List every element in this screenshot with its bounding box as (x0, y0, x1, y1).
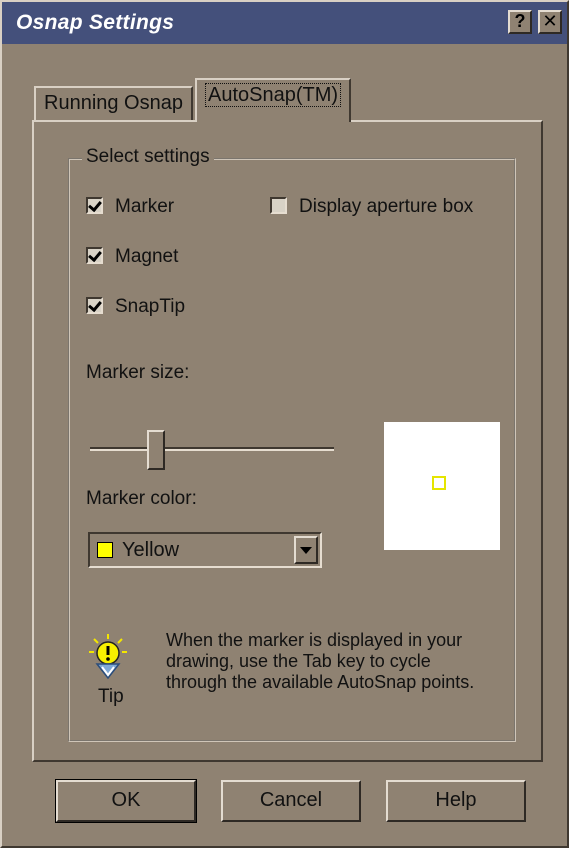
marker-checkbox-row[interactable]: Marker (86, 196, 174, 218)
tab-strip: Running Osnap AutoSnap(TM) (34, 78, 534, 122)
title-bar[interactable]: Osnap Settings ? ✕ (2, 2, 567, 44)
group-label: Select settings (82, 146, 214, 168)
marker-color-label: Marker color: (86, 488, 197, 509)
tab-autosnap-label: AutoSnap(TM) (205, 83, 342, 107)
marker-checkbox[interactable] (86, 197, 103, 214)
marker-size-slider-track[interactable] (90, 447, 334, 451)
dropdown-arrow-icon[interactable] (294, 536, 318, 564)
snaptip-checkbox-row[interactable]: SnapTip (86, 296, 185, 318)
color-swatch-icon (97, 542, 113, 558)
marker-size-label: Marker size: (86, 362, 190, 383)
select-settings-group: Select settings Marker Magnet SnapTip Di… (68, 146, 516, 742)
tip-line: through the available AutoSnap points. (166, 672, 475, 692)
aperture-box-checkbox-row[interactable]: Display aperture box (270, 196, 473, 218)
magnet-checkbox[interactable] (86, 247, 103, 264)
marker-preview-square (432, 476, 446, 490)
marker-color-dropdown[interactable]: Yellow (88, 532, 322, 568)
aperture-box-checkbox[interactable] (270, 197, 287, 214)
dialog-title: Osnap Settings (16, 11, 175, 34)
close-button[interactable]: ✕ (538, 10, 562, 34)
magnet-checkbox-row[interactable]: Magnet (86, 246, 178, 268)
lightbulb-icon (89, 634, 127, 680)
tip-line: drawing, use the Tab key to cycle (166, 651, 431, 671)
tab-autosnap[interactable]: AutoSnap(TM) (195, 78, 352, 122)
ok-button[interactable]: OK (55, 779, 197, 823)
tab-panel: Select settings Marker Magnet SnapTip Di… (32, 120, 543, 762)
tip-line: When the marker is displayed in your (166, 630, 463, 650)
help-button[interactable]: Help (386, 780, 526, 822)
snaptip-checkbox-label: SnapTip (115, 296, 186, 317)
aperture-box-checkbox-label: Display aperture box (299, 196, 474, 217)
marker-size-slider-thumb[interactable] (146, 430, 165, 470)
osnap-settings-dialog: Osnap Settings ? ✕ Running Osnap AutoSna… (0, 0, 569, 848)
tip-label: Tip (98, 686, 124, 707)
marker-checkbox-label: Marker (115, 196, 175, 217)
help-title-button[interactable]: ? (508, 10, 532, 34)
tip-text: When the marker is displayed in your dra… (166, 630, 511, 693)
snaptip-checkbox[interactable] (86, 297, 103, 314)
marker-color-value: Yellow (122, 539, 180, 561)
tab-running-osnap[interactable]: Running Osnap (34, 86, 193, 120)
cancel-button[interactable]: Cancel (221, 780, 361, 822)
marker-preview (384, 422, 500, 550)
magnet-checkbox-label: Magnet (115, 246, 179, 267)
tab-running-osnap-label: Running Osnap (44, 92, 183, 114)
